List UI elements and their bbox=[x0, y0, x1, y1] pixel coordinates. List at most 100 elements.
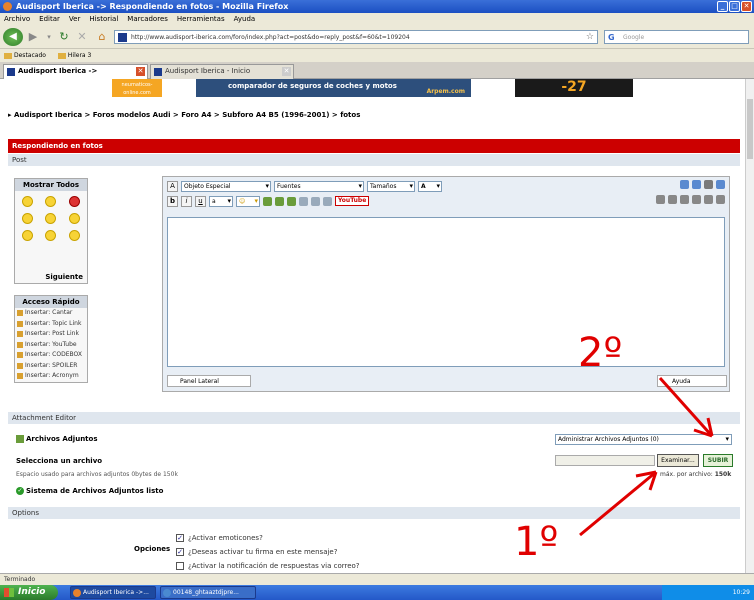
justify-icon[interactable] bbox=[692, 195, 701, 204]
menu-marcadores[interactable]: Marcadores bbox=[127, 13, 168, 25]
align-right-icon[interactable] bbox=[680, 195, 689, 204]
smiley-icon[interactable] bbox=[22, 213, 34, 224]
bookmark-star-icon[interactable]: ☆ bbox=[586, 31, 594, 44]
close-tab-icon[interactable]: ✕ bbox=[282, 67, 291, 76]
home-icon[interactable]: ⌂ bbox=[94, 29, 110, 45]
scrollbar-thumb[interactable] bbox=[747, 99, 753, 159]
insert-quote-icon[interactable] bbox=[299, 196, 308, 206]
checkbox-notification[interactable] bbox=[176, 562, 184, 570]
tab-inicio[interactable]: Audisport Iberica - Inicio ✕ bbox=[150, 64, 294, 79]
menu-herramientas[interactable]: Herramientas bbox=[177, 13, 225, 25]
insert-email-icon[interactable] bbox=[287, 196, 296, 206]
smilies-grid bbox=[15, 191, 87, 246]
smiley-icon[interactable] bbox=[45, 196, 57, 207]
font-select[interactable]: Fuentes bbox=[274, 180, 364, 192]
youtube-button[interactable]: YouTube bbox=[335, 196, 370, 206]
insert-php-icon[interactable] bbox=[323, 196, 332, 206]
text-color-select[interactable]: a bbox=[209, 195, 233, 207]
smiley-icon[interactable] bbox=[68, 230, 80, 241]
banner-ad[interactable]: -27 bbox=[515, 79, 633, 97]
checkbox-signature[interactable]: ✓ bbox=[176, 548, 184, 556]
insert-code-icon[interactable] bbox=[311, 196, 320, 206]
resize-icon[interactable] bbox=[704, 180, 713, 189]
upload-button[interactable]: SUBIR bbox=[703, 454, 733, 467]
browse-button[interactable]: Examinar... bbox=[657, 454, 699, 467]
option-signature[interactable]: ✓ ¿Deseas activar tu firma en este mensaj… bbox=[176, 548, 337, 556]
help-button[interactable]: Ayuda bbox=[657, 375, 727, 387]
show-all-smilies[interactable]: Mostrar Todos bbox=[15, 179, 87, 191]
bold-button[interactable]: b bbox=[167, 195, 178, 207]
back-button[interactable]: ◀ bbox=[3, 28, 23, 46]
minimize-button[interactable]: _ bbox=[717, 1, 728, 12]
ordered-list-icon[interactable] bbox=[716, 195, 725, 204]
quick-item[interactable]: Insertar: SPOILER bbox=[15, 361, 87, 372]
toggle-editor-icon[interactable] bbox=[716, 180, 725, 189]
font-color-select[interactable]: A bbox=[418, 180, 442, 192]
taskbar-item[interactable]: Audisport Iberica ->... bbox=[70, 586, 156, 599]
breadcrumb[interactable]: ▸ Audisport Iberica > Foros modelos Audi… bbox=[8, 111, 360, 119]
url-bar[interactable]: http://www.audisport-iberica.com/foro/in… bbox=[114, 30, 598, 44]
list-icon[interactable] bbox=[704, 195, 713, 204]
size-select[interactable]: Tamaños bbox=[367, 180, 415, 192]
close-window-button[interactable]: ✕ bbox=[741, 1, 752, 12]
options-header: Options bbox=[8, 507, 740, 519]
menu-archivo[interactable]: Archivo bbox=[4, 13, 30, 25]
quick-item[interactable]: Insertar: Acronym bbox=[15, 371, 87, 382]
option-emoticons[interactable]: ✓ ¿Activar emoticones? bbox=[176, 534, 263, 542]
menu-ayuda[interactable]: Ayuda bbox=[234, 13, 256, 25]
taskbar-item[interactable]: 00148_ghtaaztdjpre... bbox=[160, 586, 256, 599]
emoticon-select[interactable]: ☺ bbox=[236, 195, 260, 207]
space-used-text: Espacio usado para archivos adjuntos 0by… bbox=[16, 471, 178, 478]
redo-icon[interactable] bbox=[692, 180, 701, 189]
bookmark-item[interactable]: Destacado bbox=[4, 49, 46, 62]
close-tab-icon[interactable]: ✕ bbox=[136, 67, 145, 76]
banner-neumaticos[interactable]: neumaticos-online.com bbox=[112, 79, 162, 97]
quick-item[interactable]: Insertar: CODEBOX bbox=[15, 350, 87, 361]
quick-item[interactable]: Insertar: YouTube bbox=[15, 340, 87, 351]
start-button[interactable]: Inicio bbox=[0, 585, 58, 600]
status-bar: Terminado bbox=[0, 573, 754, 585]
banner-arpem[interactable]: comparador de seguros de coches y motos … bbox=[196, 79, 471, 97]
reload-icon[interactable]: ↻ bbox=[56, 29, 72, 45]
align-left-icon[interactable] bbox=[656, 195, 665, 204]
attachment-icon bbox=[16, 435, 24, 443]
stop-icon[interactable]: ✕ bbox=[74, 29, 90, 45]
undo-icon[interactable] bbox=[680, 180, 689, 189]
insert-link-icon[interactable] bbox=[263, 196, 272, 206]
align-center-icon[interactable] bbox=[668, 195, 677, 204]
smiley-icon[interactable] bbox=[68, 213, 80, 224]
smiley-icon[interactable] bbox=[22, 196, 34, 207]
menu-historial[interactable]: Historial bbox=[89, 13, 118, 25]
smiley-icon[interactable] bbox=[45, 213, 57, 224]
italic-button[interactable]: i bbox=[181, 195, 192, 207]
file-input[interactable] bbox=[555, 455, 655, 466]
navigation-toolbar: ◀ ▶ ▾ ↻ ✕ ⌂ http://www.audisport-iberica… bbox=[0, 25, 754, 49]
manage-attachments-select[interactable]: Administrar Archivos Adjuntos (0) bbox=[555, 434, 732, 445]
maximize-button[interactable]: □ bbox=[729, 1, 740, 12]
special-object-select[interactable]: Objeto Especial bbox=[181, 180, 271, 192]
search-box[interactable]: G Google bbox=[604, 30, 749, 44]
system-ready-text: ✓ Sistema de Archivos Adjuntos listo bbox=[16, 487, 164, 495]
smiley-icon[interactable] bbox=[68, 196, 80, 207]
underline-button[interactable]: u bbox=[195, 195, 206, 207]
vertical-scrollbar[interactable] bbox=[745, 79, 754, 573]
history-dropdown-icon[interactable]: ▾ bbox=[42, 29, 56, 45]
quick-item[interactable]: Insertar: Post Link bbox=[15, 329, 87, 340]
next-smilies-link[interactable]: Siguiente bbox=[45, 273, 83, 281]
quick-item[interactable]: Insertar: Topic Link bbox=[15, 319, 87, 330]
forward-button[interactable]: ▶ bbox=[26, 29, 40, 45]
check-icon: ✓ bbox=[16, 487, 24, 495]
side-panel-button[interactable]: Panel Lateral bbox=[167, 375, 251, 387]
post-textarea[interactable] bbox=[167, 217, 725, 367]
smiley-icon[interactable] bbox=[22, 230, 34, 241]
menu-ver[interactable]: Ver bbox=[69, 13, 80, 25]
bookmark-item[interactable]: Hilera 3 bbox=[57, 49, 91, 62]
quick-item[interactable]: Insertar: Cantar bbox=[15, 308, 87, 319]
option-notification[interactable]: ¿Activar la notificación de respuestas v… bbox=[176, 562, 360, 570]
menu-editar[interactable]: Editar bbox=[39, 13, 60, 25]
font-style-icon[interactable]: A bbox=[167, 180, 178, 192]
insert-image-icon[interactable] bbox=[275, 196, 284, 206]
smiley-icon[interactable] bbox=[45, 230, 57, 241]
checkbox-emoticons[interactable]: ✓ bbox=[176, 534, 184, 542]
tab-respondiendo[interactable]: Audisport Iberica -> Respondien... ✕ bbox=[3, 64, 148, 88]
